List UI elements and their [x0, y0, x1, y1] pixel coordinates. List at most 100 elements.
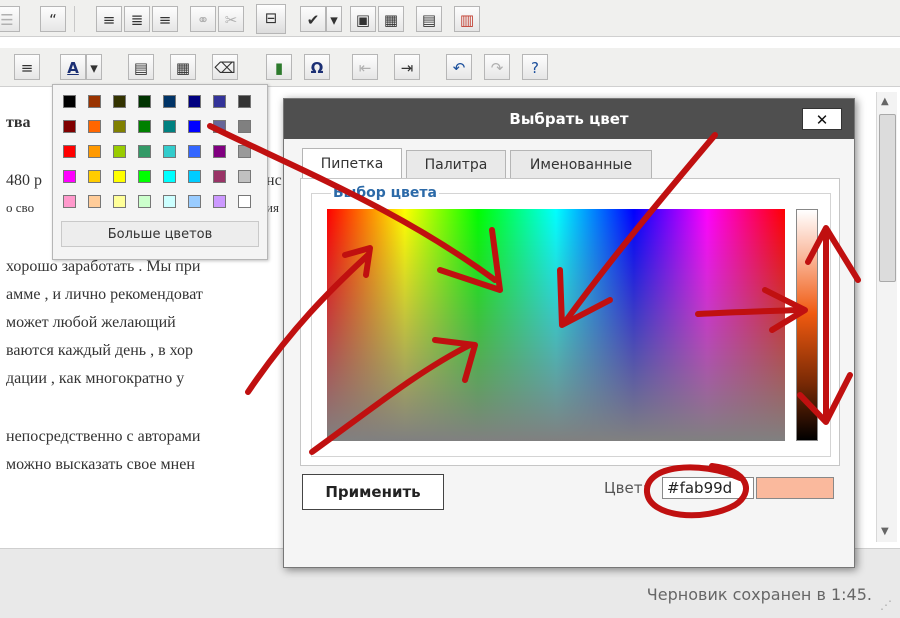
color-spectrum[interactable] [327, 209, 785, 441]
color-swatch[interactable] [213, 120, 226, 133]
resize-grip-icon[interactable]: ⋰ [880, 598, 894, 612]
tab-eyedropper[interactable]: Пипетка [302, 148, 402, 178]
color-swatch[interactable] [113, 195, 126, 208]
color-swatch[interactable] [238, 95, 251, 108]
align-right-icon[interactable]: ≡ [152, 6, 178, 32]
color-swatch[interactable] [163, 120, 176, 133]
toolbar-row-1: ☰ “ ≡ ≣ ≡ ⚭ ✂ ⊟ ✔ ▾ ▣ ▦ ▤ ▥ [0, 0, 900, 37]
color-swatch[interactable] [63, 195, 76, 208]
brightness-slider[interactable] [796, 209, 818, 441]
color-swatch[interactable] [138, 95, 151, 108]
omega-icon[interactable]: Ω [304, 54, 330, 80]
color-swatch[interactable] [188, 170, 201, 183]
quote-icon[interactable]: “ [40, 6, 66, 32]
scroll-up-icon[interactable]: ▲ [881, 96, 889, 107]
color-swatch[interactable] [63, 170, 76, 183]
text-color-dropdown: Больше цветов [52, 84, 268, 260]
media-icon[interactable]: ▤ [416, 6, 442, 32]
spellcheck-dropdown-icon[interactable]: ▾ [326, 6, 342, 32]
color-swatch[interactable] [138, 120, 151, 133]
color-swatch[interactable] [88, 170, 101, 183]
color-swatch[interactable] [138, 170, 151, 183]
text-line: ваются каждый день , в хор [6, 342, 194, 359]
color-swatch[interactable] [88, 195, 101, 208]
color-swatch[interactable] [238, 170, 251, 183]
apply-button[interactable]: Применить [302, 474, 444, 510]
color-preview [756, 477, 834, 499]
color-swatch[interactable] [163, 170, 176, 183]
tab-palette[interactable]: Палитра [406, 150, 506, 178]
color-swatch[interactable] [138, 145, 151, 158]
scroll-down-icon[interactable]: ▼ [881, 526, 889, 537]
color-swatch[interactable] [88, 120, 101, 133]
color-swatch[interactable] [213, 195, 226, 208]
color-swatch[interactable] [213, 145, 226, 158]
more-colors-button[interactable]: Больше цветов [61, 221, 259, 247]
color-swatch[interactable] [188, 95, 201, 108]
color-swatch[interactable] [188, 145, 201, 158]
toolbar-separator [74, 6, 75, 32]
text-color-dropdown-icon[interactable]: ▾ [86, 54, 102, 80]
text-line: можно высказать свое мнен [6, 456, 195, 473]
justify-icon[interactable]: ≡ [14, 54, 40, 80]
unlink-icon[interactable]: ✂ [218, 6, 244, 32]
text-line: непосредственно с авторами [6, 428, 201, 445]
text-line: тва [6, 114, 31, 131]
text-line: о сво [6, 200, 35, 215]
text-color-icon[interactable]: A [60, 54, 86, 80]
color-swatch[interactable] [238, 145, 251, 158]
undo-icon[interactable]: ↶ [446, 54, 472, 80]
fullscreen-icon[interactable]: ▣ [350, 6, 376, 32]
color-swatch[interactable] [138, 195, 151, 208]
close-icon: ✕ [815, 111, 829, 129]
tab-named[interactable]: Именованные [510, 150, 652, 178]
color-swatch[interactable] [163, 95, 176, 108]
scroll-thumb[interactable] [879, 114, 896, 282]
keyboard-icon[interactable]: ▦ [378, 6, 404, 32]
color-swatch[interactable] [163, 195, 176, 208]
color-swatch[interactable] [88, 145, 101, 158]
help-icon[interactable]: ? [522, 54, 548, 80]
color-swatch[interactable] [188, 195, 201, 208]
saturation-gradient [327, 209, 785, 441]
eyedropper-panel: Выбор цвета [300, 178, 840, 466]
color-swatch[interactable] [63, 120, 76, 133]
list-icon[interactable]: ☰ [0, 6, 20, 32]
dialog-title: Выбрать цвет [509, 110, 629, 128]
align-left-icon[interactable]: ≡ [96, 6, 122, 32]
paste-text-icon[interactable]: ▤ [128, 54, 154, 80]
color-swatch[interactable] [213, 95, 226, 108]
link-icon[interactable]: ⚭ [190, 6, 216, 32]
color-swatch[interactable] [213, 170, 226, 183]
eraser-icon[interactable]: ⌫ [212, 54, 238, 80]
spellcheck-icon[interactable]: ✔ [300, 6, 326, 32]
color-swatch[interactable] [88, 95, 101, 108]
color-swatch[interactable] [63, 95, 76, 108]
color-swatch[interactable] [63, 145, 76, 158]
text-line: дации , как многократно у [6, 370, 185, 387]
embed-icon[interactable]: ▮ [266, 54, 292, 80]
color-swatch[interactable] [113, 170, 126, 183]
align-center-icon[interactable]: ≣ [124, 6, 150, 32]
color-picker-dialog: Выбрать цвет ✕ Пипетка Палитра Именованн… [283, 98, 855, 568]
paste-word-icon[interactable]: ▦ [170, 54, 196, 80]
text-line: хорошо заработать . Мы при [6, 258, 201, 275]
text-line: может любой желающий [6, 314, 176, 331]
page-break-icon[interactable]: ⊟ [256, 4, 286, 34]
color-swatch[interactable] [113, 95, 126, 108]
color-label: Цвет: [604, 479, 648, 497]
outdent-icon[interactable]: ⇤ [352, 54, 378, 80]
color-swatch[interactable] [113, 120, 126, 133]
color-swatch[interactable] [113, 145, 126, 158]
close-button[interactable]: ✕ [802, 108, 842, 130]
chart-icon[interactable]: ▥ [454, 6, 480, 32]
editor-scrollbar[interactable]: ▲ ▼ [876, 92, 897, 542]
redo-icon[interactable]: ↷ [484, 54, 510, 80]
color-swatch[interactable] [238, 120, 251, 133]
color-swatch[interactable] [163, 145, 176, 158]
color-swatch[interactable] [238, 195, 251, 208]
indent-icon[interactable]: ⇥ [394, 54, 420, 80]
dialog-titlebar[interactable]: Выбрать цвет ✕ [284, 99, 854, 139]
color-hex-input[interactable]: #fab99d [662, 477, 754, 499]
color-swatch[interactable] [188, 120, 201, 133]
